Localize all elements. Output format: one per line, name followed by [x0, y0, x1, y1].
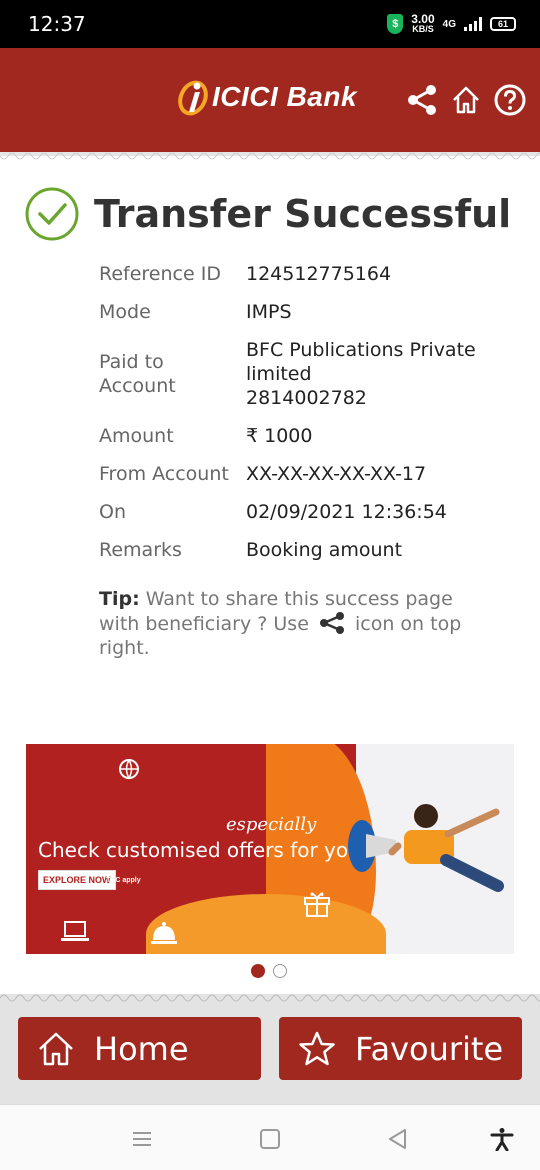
detail-label: From Account — [99, 463, 229, 485]
tip-text: Tip: Want to share this success page wit… — [99, 587, 499, 660]
detail-reference-id: Reference ID 124512775164 — [99, 262, 519, 286]
explore-now-button[interactable]: EXPLORE NOW — [38, 870, 116, 890]
network-speed: 3.00 KB/S — [411, 13, 434, 34]
tip-label: Tip: — [99, 588, 140, 610]
home-icon[interactable] — [450, 84, 482, 116]
icici-logo: ICICI Bank — [176, 78, 357, 116]
detail-mode: Mode IMPS — [99, 300, 519, 324]
icici-logo-icon — [178, 80, 208, 116]
detail-amount: Amount ₹ 1000 — [99, 424, 519, 448]
brand-name-main: ICICI — [212, 81, 279, 112]
detail-value: 02/09/2021 12:36:54 — [246, 501, 447, 523]
promo-person-image — [348, 804, 504, 892]
home-button[interactable]: Home — [18, 1017, 261, 1080]
favourite-button[interactable]: Favourite — [279, 1017, 522, 1080]
menu-icon[interactable] — [130, 1127, 154, 1151]
detail-label: Amount — [99, 425, 174, 447]
check-circle-icon — [25, 187, 79, 241]
offers-banner[interactable]: especially Check customised offers for y… — [26, 744, 514, 954]
home-icon — [39, 1032, 73, 1065]
favourite-button-label: Favourite — [355, 1029, 504, 1068]
system-navigation-bar — [0, 1104, 540, 1170]
share-icon[interactable] — [406, 84, 438, 116]
share-icon — [318, 611, 346, 635]
page-title: Transfer Successful — [94, 192, 512, 236]
detail-paid-to: Paid to Account BFC Publications Private… — [99, 338, 519, 410]
detail-value: IMPS — [246, 301, 292, 323]
detail-value: 124512775164 — [246, 263, 392, 285]
home-button-label: Home — [94, 1029, 189, 1068]
globe-icon — [119, 759, 139, 780]
cloche-icon — [151, 922, 177, 944]
banner-headline: Check customised offers for you! — [38, 838, 369, 862]
success-header: Transfer Successful — [24, 186, 511, 242]
detail-label: Reference ID — [99, 263, 221, 285]
detail-value: ₹ 1000 — [246, 425, 313, 447]
detail-account-number: 2814002782 — [246, 387, 367, 409]
carousel-indicator — [251, 964, 287, 978]
detail-value: BFC Publications Private limited — [246, 339, 476, 385]
detail-from-account: From Account XX-XX-XX-XX-XX-17 — [99, 462, 519, 486]
status-bar: 12:37 $ 3.00 KB/S 4G 61 — [0, 0, 540, 48]
square-icon[interactable] — [258, 1127, 282, 1151]
detail-label: Paid to Account — [99, 351, 176, 397]
detail-value: Booking amount — [246, 539, 403, 561]
carousel-dot-active[interactable] — [251, 964, 265, 978]
banner-script-word: especially — [226, 814, 317, 835]
transaction-details: Reference ID 124512775164 Mode IMPS Paid… — [99, 262, 519, 576]
back-triangle-icon[interactable] — [386, 1127, 410, 1151]
accessibility-icon[interactable] — [490, 1127, 514, 1152]
network-type: 4G — [442, 18, 456, 30]
help-icon[interactable] — [494, 84, 526, 116]
laptop-icon — [61, 921, 89, 941]
wavy-divider — [0, 152, 540, 160]
app-header: ICICI Bank — [0, 48, 540, 152]
detail-label: Remarks — [99, 539, 182, 561]
signal-icon — [464, 17, 482, 31]
brand-name: ICICI Bank — [212, 81, 357, 113]
carousel-dot[interactable] — [273, 964, 287, 978]
detail-value-group: BFC Publications Private limited 2814002… — [246, 338, 519, 410]
detail-label: Mode — [99, 301, 151, 323]
status-icons: $ 3.00 KB/S 4G 61 — [387, 13, 516, 34]
network-speed-unit: KB/S — [412, 23, 434, 34]
wavy-divider — [0, 994, 540, 1002]
detail-label: On — [99, 501, 126, 523]
star-icon — [299, 1031, 335, 1065]
battery-icon: 61 — [490, 17, 516, 31]
shield-icon: $ — [387, 14, 404, 34]
detail-remarks: Remarks Booking amount — [99, 538, 519, 562]
banner-terms: T&C apply — [106, 877, 141, 884]
status-time: 12:37 — [28, 12, 86, 36]
detail-on: On 02/09/2021 12:36:54 — [99, 500, 519, 524]
brand-name-suffix: Bank — [286, 81, 358, 112]
detail-value: XX-XX-XX-XX-XX-17 — [246, 463, 427, 485]
